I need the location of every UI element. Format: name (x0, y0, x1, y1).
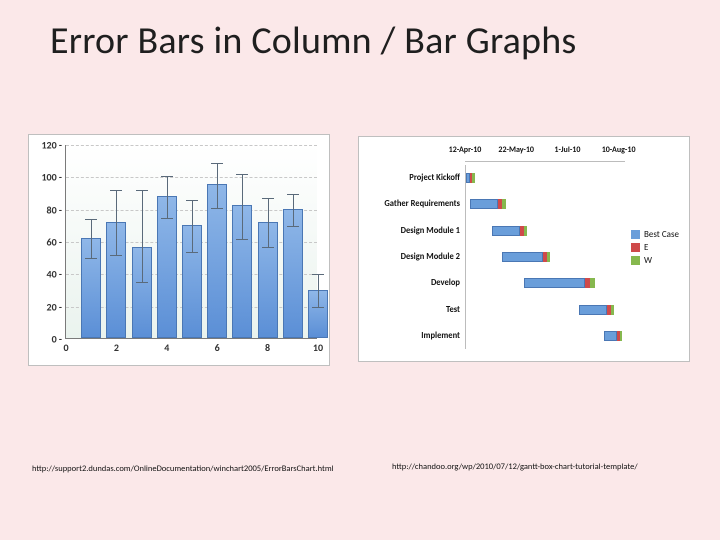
x-tick: 8 (265, 341, 270, 354)
legend-label: Best Case (644, 229, 679, 240)
legend-label: W (644, 255, 652, 266)
x-tick: 6 (215, 341, 220, 354)
segment-best (502, 252, 543, 262)
segment-w (547, 252, 551, 262)
row-label: Design Module 2 (360, 249, 466, 265)
segment-best (470, 199, 498, 209)
date-tick: 1-Jul-10 (554, 145, 580, 155)
date-tick: 12-Apr-10 (449, 145, 482, 155)
legend-w: W (631, 255, 683, 266)
y-tick: 60 (36, 236, 62, 249)
caption-left: http://support2.dundas.com/OnlineDocumen… (32, 464, 334, 475)
right-chart: 12-Apr-10 22-May-10 1-Jul-10 10-Aug-10 Proj… (358, 136, 690, 362)
row-label: Project Kickoff (360, 170, 466, 186)
segment-best (579, 305, 607, 315)
y-tick: 40 (36, 268, 62, 281)
segment-w (502, 199, 506, 209)
right-chart-plot-area: Project Kickoff Gather Requirements Design… (465, 165, 625, 349)
row-label: Design Module 1 (360, 223, 466, 239)
segment-best (524, 278, 585, 288)
gantt-row: Implement (466, 328, 625, 344)
gantt-row: Project Kickoff (466, 170, 625, 186)
legend-label: E (644, 242, 648, 253)
row-label: Test (360, 302, 466, 318)
row-label: Implement (360, 328, 466, 344)
legend-e: E (631, 242, 683, 253)
x-tick: 0 (63, 341, 68, 354)
y-tick: 20 (36, 300, 62, 313)
y-tick: 100 (36, 171, 62, 184)
y-tick: 80 (36, 203, 62, 216)
right-chart-date-axis: 12-Apr-1022-May-101-Jul-1010-Aug-10 (465, 145, 625, 162)
caption-right: http://chandoo.org/wp/2010/07/12/gantt-b… (392, 462, 638, 473)
gantt-row: Test (466, 302, 625, 318)
page-title: Error Bars in Column / Bar Graphs (50, 18, 576, 64)
row-label: Develop (360, 275, 466, 291)
x-tick: 10 (313, 341, 323, 354)
date-tick: 10-Aug-10 (602, 145, 636, 155)
x-tick: 4 (164, 341, 169, 354)
x-tick: 2 (114, 341, 119, 354)
segment-w (611, 305, 615, 315)
bar (283, 209, 303, 338)
y-tick: 120 (36, 139, 62, 152)
left-chart-plot-area: 0204060801001200246810 (65, 145, 317, 339)
segment-w (620, 331, 623, 341)
gantt-row: Design Module 2 (466, 249, 625, 265)
y-tick: 0 (36, 333, 62, 346)
legend: Best Case E W (631, 227, 683, 268)
gantt-row: Develop (466, 275, 625, 291)
date-tick: 22-May-10 (498, 145, 534, 155)
segment-w (524, 226, 528, 236)
segment-best (604, 331, 617, 341)
gantt-row: Gather Requirements (466, 196, 625, 212)
gantt-row: Design Module 1 (466, 223, 625, 239)
row-label: Gather Requirements (360, 196, 466, 212)
segment-w (590, 278, 595, 288)
left-chart: 0 20 40 60 80 100 120 0 2 4 6 8 10 (28, 134, 330, 366)
legend-best-case: Best Case (631, 229, 683, 240)
segment-w (472, 173, 475, 183)
segment-best (492, 226, 520, 236)
